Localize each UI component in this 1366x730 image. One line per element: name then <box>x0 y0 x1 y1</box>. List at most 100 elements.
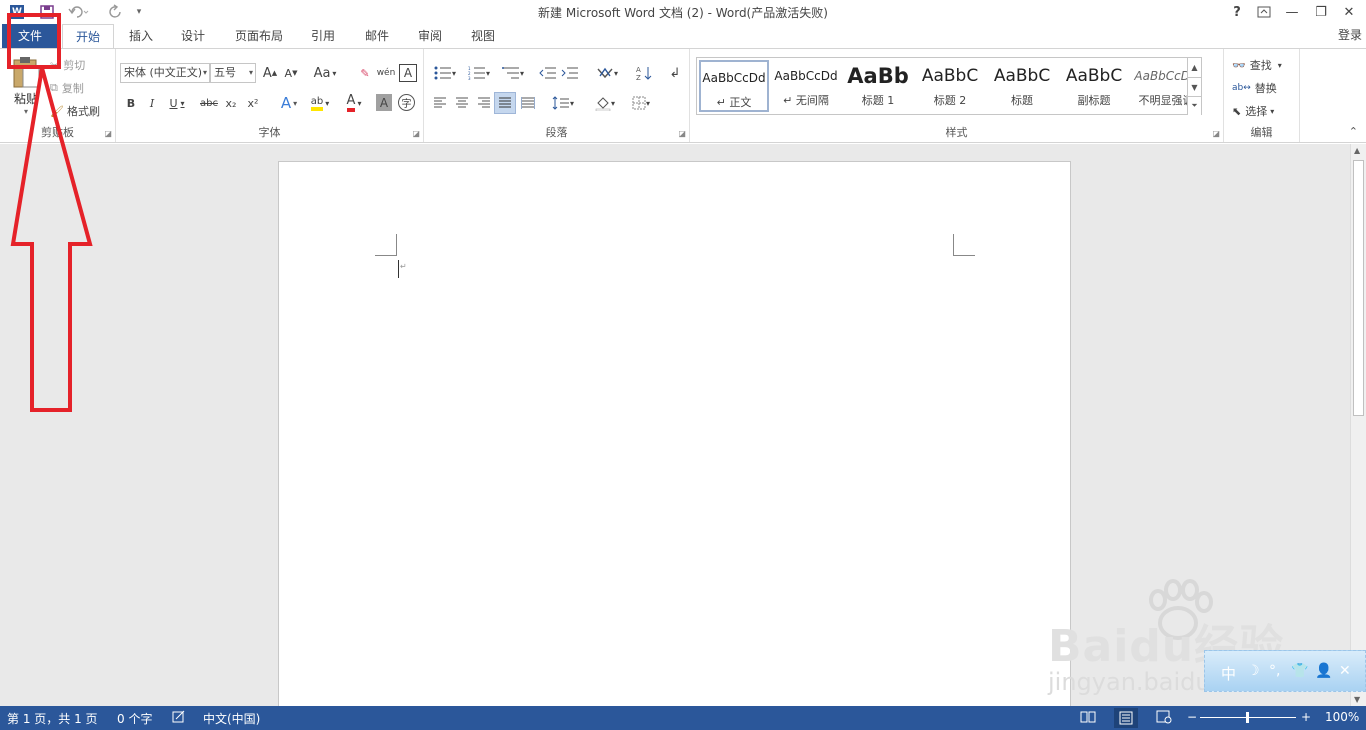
multilevel-list-icon[interactable]: ▾ <box>498 63 528 83</box>
style-title[interactable]: AaBbC 标题 <box>987 60 1057 112</box>
dialog-launcher-icon[interactable]: ◪ <box>1212 129 1220 138</box>
language-indicator[interactable]: 中文(中国) <box>203 710 260 727</box>
web-layout-icon[interactable] <box>1156 710 1172 727</box>
proofing-icon[interactable] <box>172 710 186 727</box>
replace-button[interactable]: ab↔ 替换 <box>1232 78 1298 98</box>
tab-references[interactable]: 引用 <box>302 24 344 48</box>
numbering-icon[interactable]: 1 2 3 ▾ <box>464 63 494 83</box>
character-shading-button[interactable]: A <box>376 94 392 111</box>
font-name-combo[interactable]: 宋体 (中文正文) ▾ <box>120 63 210 83</box>
align-left-icon[interactable] <box>430 93 450 113</box>
style-heading-2[interactable]: AaBbC 标题 2 <box>915 60 985 112</box>
gallery-more-icon[interactable]: ⏷ <box>1187 96 1201 115</box>
superscript-button[interactable]: x² <box>244 93 262 113</box>
tab-review[interactable]: 审阅 <box>409 24 451 48</box>
zoom-level[interactable]: 100% <box>1325 710 1359 724</box>
cursor-icon: ⬉ <box>1232 104 1242 118</box>
ime-toolbar[interactable]: 中 ☽ °, 👕 👤 ✕ <box>1204 650 1366 692</box>
maximize-button[interactable]: ❐ <box>1310 2 1332 22</box>
help-button[interactable]: ? <box>1226 2 1248 22</box>
style-heading-1[interactable]: AaBb 标题 1 <box>843 60 913 112</box>
gallery-up-icon[interactable]: ▲ <box>1187 58 1201 77</box>
borders-icon[interactable]: ▾ <box>626 93 656 113</box>
bullets-icon[interactable]: ▾ <box>430 63 460 83</box>
enclose-characters-button[interactable]: 字 <box>398 94 415 111</box>
select-button[interactable]: ⬉ 选择 ▾ <box>1232 101 1298 121</box>
tab-mailings[interactable]: 邮件 <box>356 24 398 48</box>
minimize-button[interactable]: — <box>1281 2 1303 22</box>
page-count[interactable]: 第 1 页，共 1 页 <box>7 710 98 727</box>
ime-user-icon[interactable]: 👤 <box>1315 663 1332 679</box>
zoom-slider[interactable] <box>1200 712 1296 723</box>
change-case-button[interactable]: Aa ▾ <box>310 63 340 83</box>
font-size-combo[interactable]: 五号 ▾ <box>210 63 256 83</box>
scrollbar-thumb[interactable] <box>1353 160 1364 416</box>
collapse-ribbon-icon[interactable]: ⌃ <box>1349 125 1358 138</box>
replace-label: 替换 <box>1254 82 1277 95</box>
print-layout-icon[interactable] <box>1114 708 1138 728</box>
paragraph-group-label: 段落 <box>545 126 568 139</box>
ime-tools-icon[interactable]: ✕ <box>1339 663 1351 679</box>
style-subtitle[interactable]: AaBbC 副标题 <box>1059 60 1129 112</box>
distributed-icon[interactable] <box>518 93 538 113</box>
title-bar: W ▾ 新建 Microsoft Word 文档 (2) - Word(产品激活… <box>0 0 1366 24</box>
highlight-color-button[interactable]: ab ▾ <box>306 93 334 113</box>
ime-punct-icon[interactable]: °, <box>1269 663 1280 679</box>
close-button[interactable]: ✕ <box>1338 2 1360 22</box>
subscript-button[interactable]: x₂ <box>222 93 240 113</box>
bold-button[interactable]: B <box>122 93 140 113</box>
show-marks-icon[interactable]: ↲ <box>666 63 684 83</box>
strikethrough-button[interactable]: abc <box>198 93 220 113</box>
dialog-launcher-icon[interactable]: ◪ <box>412 129 420 138</box>
justify-icon[interactable] <box>494 92 516 114</box>
shading-bucket-icon[interactable]: ▾ <box>590 93 620 113</box>
align-right-icon[interactable] <box>474 93 494 113</box>
zoom-in-button[interactable]: + <box>1301 710 1311 724</box>
clear-formatting-button[interactable]: ✎ <box>356 63 374 83</box>
gallery-down-icon[interactable]: ▼ <box>1187 77 1201 96</box>
margin-corner-top-left <box>375 234 397 256</box>
font-color-button[interactable]: A ▾ <box>340 93 368 113</box>
zoom-slider-thumb[interactable] <box>1246 712 1249 723</box>
login-link[interactable]: 登录 <box>1338 26 1362 43</box>
style-no-spacing[interactable]: AaBbCcDd ↵ 无间隔 <box>771 60 841 112</box>
find-button[interactable]: 👓 查找 ▾ <box>1232 55 1298 75</box>
align-center-icon[interactable] <box>452 93 472 113</box>
margin-corner-top-right <box>953 234 975 256</box>
character-border-button[interactable]: A <box>399 64 417 82</box>
increase-indent-icon[interactable] <box>560 63 580 83</box>
sort-icon[interactable]: AZ <box>634 63 654 83</box>
document-page[interactable]: ↵ <box>278 161 1071 721</box>
ribbon-display-options-icon[interactable] <box>1253 2 1275 22</box>
grow-font-button[interactable]: A ▲ <box>261 63 279 83</box>
ribbon-tabs: 文件 开始 插入 设计 页面布局 引用 邮件 审阅 视图 登录 <box>0 24 1366 49</box>
scroll-up-icon[interactable]: ▲ <box>1354 146 1360 155</box>
style-normal[interactable]: AaBbCcDd ↵ 正文 <box>699 60 769 112</box>
tab-design[interactable]: 设计 <box>172 24 214 48</box>
select-label: 选择 <box>1245 105 1268 118</box>
dialog-launcher-icon[interactable]: ◪ <box>104 129 112 138</box>
editing-group: 👓 查找 ▾ ab↔ 替换 ⬉ 选择 ▾ 编辑 <box>1224 49 1300 142</box>
chevron-down-icon: ▾ <box>202 68 207 77</box>
phonetic-guide-button[interactable]: wén <box>376 63 396 83</box>
ime-moon-icon[interactable]: ☽ <box>1247 663 1260 679</box>
styles-gallery: AaBbCcDd ↵ 正文 AaBbCcDd ↵ 无间隔 AaBb 标题 1 A… <box>696 57 1202 115</box>
tab-page-layout[interactable]: 页面布局 <box>226 24 292 48</box>
paragraph-group: ▾ 1 2 3 ▾ ▾ ▾ AZ ↲ ▾ ▾ ▾ 段落 ◪ <box>424 49 690 142</box>
word-count[interactable]: 0 个字 <box>117 710 152 727</box>
chinese-layout-icon[interactable]: ▾ <box>592 63 622 83</box>
zoom-out-button[interactable]: − <box>1187 710 1197 724</box>
text-effects-button[interactable]: A ▾ <box>276 93 302 113</box>
ime-mode[interactable]: 中 <box>1221 663 1236 684</box>
dialog-launcher-icon[interactable]: ◪ <box>678 129 686 138</box>
tab-insert[interactable]: 插入 <box>120 24 162 48</box>
line-spacing-icon[interactable]: ▾ <box>548 93 578 113</box>
decrease-indent-icon[interactable] <box>538 63 558 83</box>
ime-skin-icon[interactable]: 👕 <box>1291 663 1308 679</box>
underline-button[interactable]: U ▾ <box>164 93 190 113</box>
italic-button[interactable]: I <box>143 93 161 113</box>
ribbon-home: 粘贴 ▾ ✂ 剪切 ⧉ 复制 🖌 格式刷 剪贴板 ◪ 宋体 (中文正文) ▾ 五号 ▾ A… <box>0 48 1366 143</box>
shrink-font-button[interactable]: A ▼ <box>282 63 300 83</box>
read-mode-icon[interactable] <box>1080 710 1096 727</box>
tab-view[interactable]: 视图 <box>462 24 504 48</box>
